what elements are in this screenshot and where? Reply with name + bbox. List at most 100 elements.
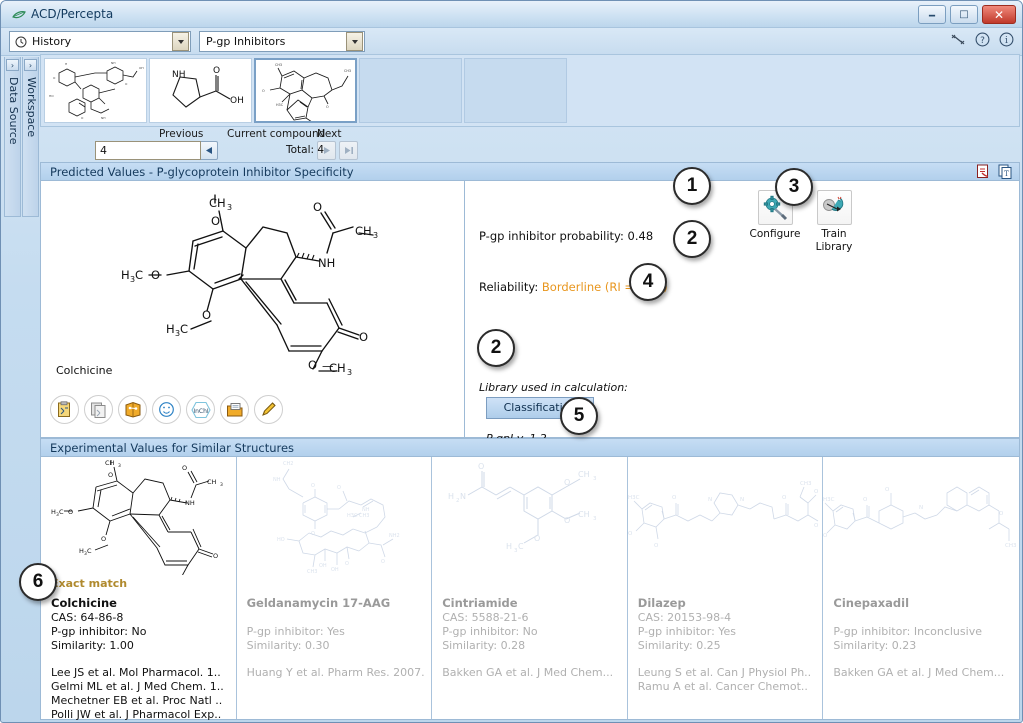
info-icon[interactable]: i [999, 32, 1014, 47]
configure-label: Configure [749, 228, 801, 240]
compound-cas [247, 611, 428, 625]
train-library-button[interactable]: Train Library [808, 190, 860, 254]
reference-item: Bakken GA et al. J Med Chem... [442, 666, 614, 679]
similar-structures-list: CH3 O OH3C OH3C OCH3 NH O CH3 O [41, 457, 1019, 721]
current-compound-input[interactable] [95, 141, 201, 160]
compound-similarity: Similarity: 0.25 [637, 639, 721, 652]
svg-text:H3C: H3C [347, 513, 358, 519]
compound-name: Geldanamycin 17-AAG [246, 596, 391, 610]
svg-text:i: i [1005, 36, 1008, 46]
maximize-button[interactable]: □ [950, 5, 978, 24]
export-pdf-icon[interactable] [976, 164, 991, 179]
help-icon[interactable]: ? [975, 32, 990, 47]
svg-text:H3C: H3C [823, 497, 835, 503]
sidebar-tab-workspace[interactable]: › Workspace [22, 57, 39, 217]
svg-text:InChI: InChI [193, 408, 209, 415]
svg-text:O: O [814, 489, 819, 495]
wrench-icon[interactable] [950, 33, 966, 47]
title-bar: ACD/Percepta ━ □ ✕ [1, 1, 1022, 28]
compound-inhibitor: P-gp inhibitor: Yes [246, 625, 345, 638]
chevron-down-icon[interactable] [172, 32, 189, 51]
svg-text:NH: NH [172, 70, 186, 80]
svg-text:O: O [814, 523, 819, 529]
thumbnail-item[interactable]: NH O OH [149, 58, 252, 123]
svg-text:O: O [311, 531, 315, 537]
svg-text:3: 3 [593, 476, 597, 482]
experimental-values-body: CH3 O OH3C OH3C OCH3 NH O CH3 O [40, 457, 1020, 721]
svg-text:O: O [672, 495, 677, 501]
compound-similarity: Similarity: 1.00 [51, 639, 134, 652]
svg-text:—: — [322, 359, 334, 373]
reference-item: Lee JS et al. Mol Pharmacol. 1.. [51, 666, 221, 679]
svg-text:NH: NH [318, 256, 335, 270]
chevron-down-icon[interactable] [346, 32, 363, 51]
compound-inhibitor: P-gp inhibitor: No [442, 625, 538, 638]
copy-text-icon[interactable]: T [998, 164, 1013, 179]
list-item[interactable]: H3C O O O N CH3 O Cinepaxadil P-gp inhibito… [823, 457, 1019, 719]
minimize-button[interactable]: ━ [918, 5, 946, 24]
clock-icon [15, 36, 27, 48]
svg-text:H: H [448, 492, 454, 501]
edit-structure-icon[interactable] [254, 395, 283, 424]
svg-text:O: O [202, 308, 211, 322]
reference-item: Huang Y et al. Pharm Res. 2007. [246, 666, 425, 679]
reference-item: Ramu A et al. Cancer Chemot.. [637, 680, 808, 693]
sidebar-tab-label: Workspace [25, 77, 38, 138]
svg-text:N: N [460, 492, 466, 501]
library-label: Library used in calculation: [479, 381, 628, 394]
svg-text:CH: CH [105, 459, 115, 467]
inchi-icon[interactable]: InChI [186, 395, 215, 424]
svg-text:NH: NH [101, 116, 106, 120]
list-item[interactable]: H3C O OO NN O CH3 OO Dilazep CAS: 20153-98… [628, 457, 824, 719]
toolbar: History P-gp Inhibitors ? i [1, 28, 1022, 56]
copy-image-icon[interactable] [84, 395, 113, 424]
copy-structure-icon[interactable] [50, 395, 79, 424]
experimental-values-title: Experimental Values for Similar Structur… [50, 441, 295, 455]
smiles-icon[interactable] [152, 395, 181, 424]
svg-text:NH2: NH2 [389, 533, 400, 539]
callout-marker-4: 4 [629, 263, 667, 301]
svg-text:3: 3 [373, 231, 378, 240]
history-dropdown-value: History [32, 35, 72, 48]
reference-item: Mechetner EB et al. Proc Natl .. [51, 694, 223, 707]
history-dropdown[interactable]: History [9, 31, 191, 52]
list-item[interactable]: H2N O O CH 3 O CH 3 OH3C Cintriamide CAS: 55… [432, 457, 628, 719]
compound-similarity: Similarity: 0.23 [833, 639, 917, 652]
thumbnail-item[interactable]: H O NH O O NH OH HO [44, 58, 147, 123]
exact-match-badge: Exact match [51, 577, 128, 590]
callout-marker-2b: 2 [477, 329, 515, 367]
compound-references: Huang Y et al. Pharm Res. 2007. [247, 666, 428, 680]
compound-inhibitor: P-gp inhibitor: No [51, 625, 147, 638]
dictionary-icon[interactable] [118, 395, 147, 424]
svg-text:O: O [68, 508, 73, 516]
list-item[interactable]: CH3 O OH3C OH3C OCH3 NH O CH3 O [41, 457, 237, 721]
expand-icon[interactable]: › [6, 59, 19, 71]
last-compound-button[interactable] [339, 141, 358, 160]
open-file-icon[interactable] [220, 395, 249, 424]
svg-text:O: O [313, 200, 322, 214]
structure-viewer: CH3 O O H3C O H3C O CH3 — NH O CH3 O [41, 181, 464, 437]
svg-text:CH3: CH3 [359, 513, 369, 519]
svg-text:CH3: CH3 [275, 63, 282, 67]
expand-icon[interactable]: › [24, 59, 37, 71]
structure-thumbnail: HONH OO NH OHHO [49, 61, 144, 120]
svg-text:CH2: CH2 [283, 461, 293, 467]
compound-inhibitor: P-gp inhibitor: Inconclusive [833, 625, 982, 638]
svg-text:O: O [863, 497, 868, 503]
previous-compound-button[interactable] [199, 141, 218, 160]
close-button[interactable]: ✕ [982, 5, 1016, 24]
sidebar-tab-data-source[interactable]: › Data Source [4, 57, 21, 217]
svg-text:C: C [180, 322, 188, 336]
svg-text:O: O [182, 464, 187, 472]
svg-text:NH: NH [111, 61, 116, 65]
svg-text:O: O [326, 105, 329, 109]
compound-cas: CAS: 64-86-8 [51, 611, 124, 624]
svg-text:O: O [337, 485, 341, 491]
svg-text:H: H [121, 268, 130, 282]
svg-text:CH3: CH3 [800, 481, 812, 487]
svg-text:H: H [506, 542, 512, 551]
model-dropdown[interactable]: P-gp Inhibitors [199, 31, 365, 52]
thumbnail-item-selected[interactable]: CH3 O H3C CH3 CH3 O [254, 58, 357, 123]
svg-text:NH: NH [273, 477, 281, 483]
list-item[interactable]: CH2 NH OO O NH HO CH3 OH OH OO NH2 H3C CH3 [237, 457, 433, 719]
